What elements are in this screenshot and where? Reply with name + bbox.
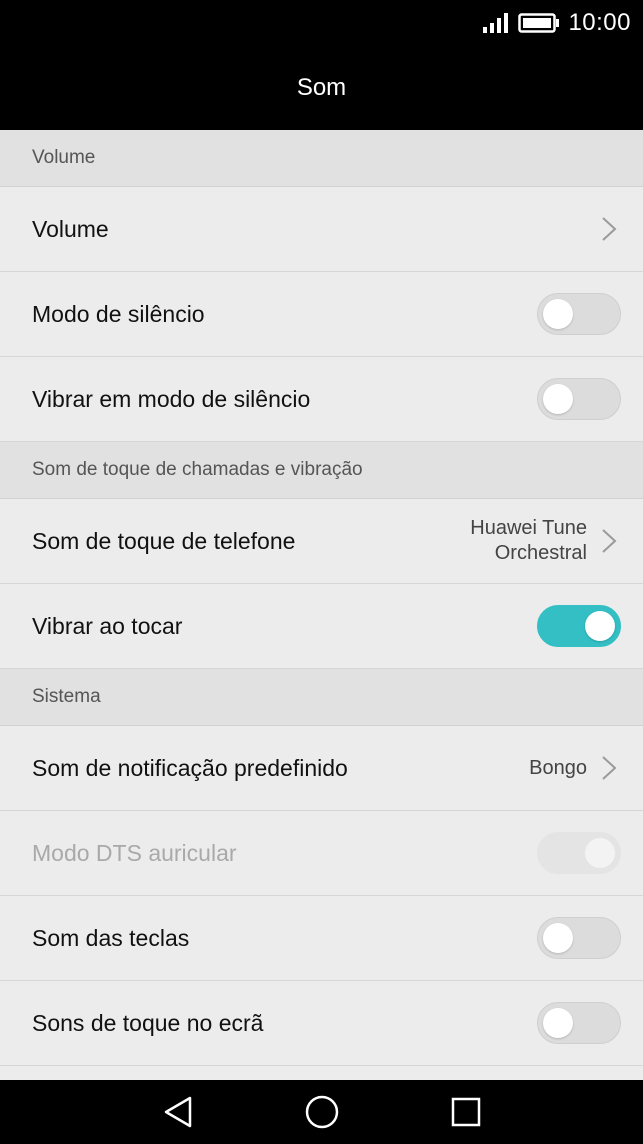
toggle-knob: [543, 923, 573, 953]
signal-icon: [483, 13, 509, 33]
setting-label: Sons de toque no ecrã: [32, 1009, 264, 1036]
setting-dts-mode: Modo DTS auricular: [0, 811, 643, 896]
ringtone-value: Huawei Tune Orchestral: [470, 516, 587, 566]
chevron-right-icon: [602, 217, 617, 241]
navigation-bar: [0, 1080, 643, 1144]
setting-key-sounds[interactable]: Som das teclas: [0, 896, 643, 981]
setting-label: Volume: [32, 215, 109, 242]
back-button[interactable]: [159, 1093, 197, 1131]
setting-phone-ringtone[interactable]: Som de toque de telefone Huawei Tune Orc…: [0, 499, 643, 584]
title-bar: Som: [0, 46, 643, 130]
section-header-system: Sistema: [0, 669, 643, 726]
setting-label: Som das teclas: [32, 924, 190, 951]
setting-label: Vibrar em modo de silêncio: [32, 385, 311, 412]
dts-mode-toggle: [537, 832, 621, 874]
setting-touch-sounds[interactable]: Sons de toque no ecrã: [0, 981, 643, 1066]
section-header-ringtone: Som de toque de chamadas e vibração: [0, 442, 643, 499]
setting-vibrate-ring[interactable]: Vibrar ao tocar: [0, 584, 643, 669]
vibrate-ring-toggle[interactable]: [537, 605, 621, 647]
recents-icon: [451, 1097, 480, 1127]
setting-volume[interactable]: Volume: [0, 187, 643, 272]
setting-label: Modo DTS auricular: [32, 839, 237, 866]
toggle-knob: [585, 838, 615, 868]
section-header-label: Volume: [32, 147, 96, 168]
ringtone-value-line1: Huawei Tune: [470, 517, 587, 539]
notification-sound-value: Bongo: [529, 756, 587, 779]
home-button[interactable]: [303, 1093, 341, 1131]
section-header-label: Som de toque de chamadas e vibração: [32, 459, 363, 480]
setting-notification-sound[interactable]: Som de notificação predefinido Bongo: [0, 726, 643, 811]
settings-list[interactable]: Volume Volume Modo de silêncio Vibrar em…: [0, 130, 643, 1080]
status-bar: 10:00: [0, 0, 643, 46]
touch-sounds-toggle[interactable]: [537, 1002, 621, 1044]
page-title: Som: [296, 74, 347, 101]
toggle-knob: [543, 384, 573, 414]
chevron-right-icon: [602, 756, 617, 780]
toggle-knob: [585, 611, 615, 641]
battery-icon: [518, 13, 560, 33]
vibrate-silent-toggle[interactable]: [537, 378, 621, 420]
home-icon: [305, 1095, 338, 1129]
setting-silent-mode[interactable]: Modo de silêncio: [0, 272, 643, 357]
back-icon: [164, 1096, 191, 1128]
status-icons: 10:00: [482, 8, 631, 38]
section-header-label: Sistema: [32, 686, 101, 707]
section-header-volume: Volume: [0, 130, 643, 187]
setting-label: Som de toque de telefone: [32, 527, 296, 554]
silent-mode-toggle[interactable]: [537, 293, 621, 335]
toggle-knob: [543, 1008, 573, 1038]
recents-button[interactable]: [447, 1093, 485, 1131]
setting-label: Vibrar ao tocar: [32, 612, 183, 639]
key-sounds-toggle[interactable]: [537, 917, 621, 959]
setting-vibrate-silent[interactable]: Vibrar em modo de silêncio: [0, 357, 643, 442]
chevron-right-icon: [602, 529, 617, 553]
toggle-knob: [543, 299, 573, 329]
ringtone-value-line2: Orchestral: [494, 542, 587, 564]
setting-label: Som de notificação predefinido: [32, 754, 348, 781]
setting-label: Modo de silêncio: [32, 300, 205, 327]
status-time: 10:00: [568, 9, 631, 36]
